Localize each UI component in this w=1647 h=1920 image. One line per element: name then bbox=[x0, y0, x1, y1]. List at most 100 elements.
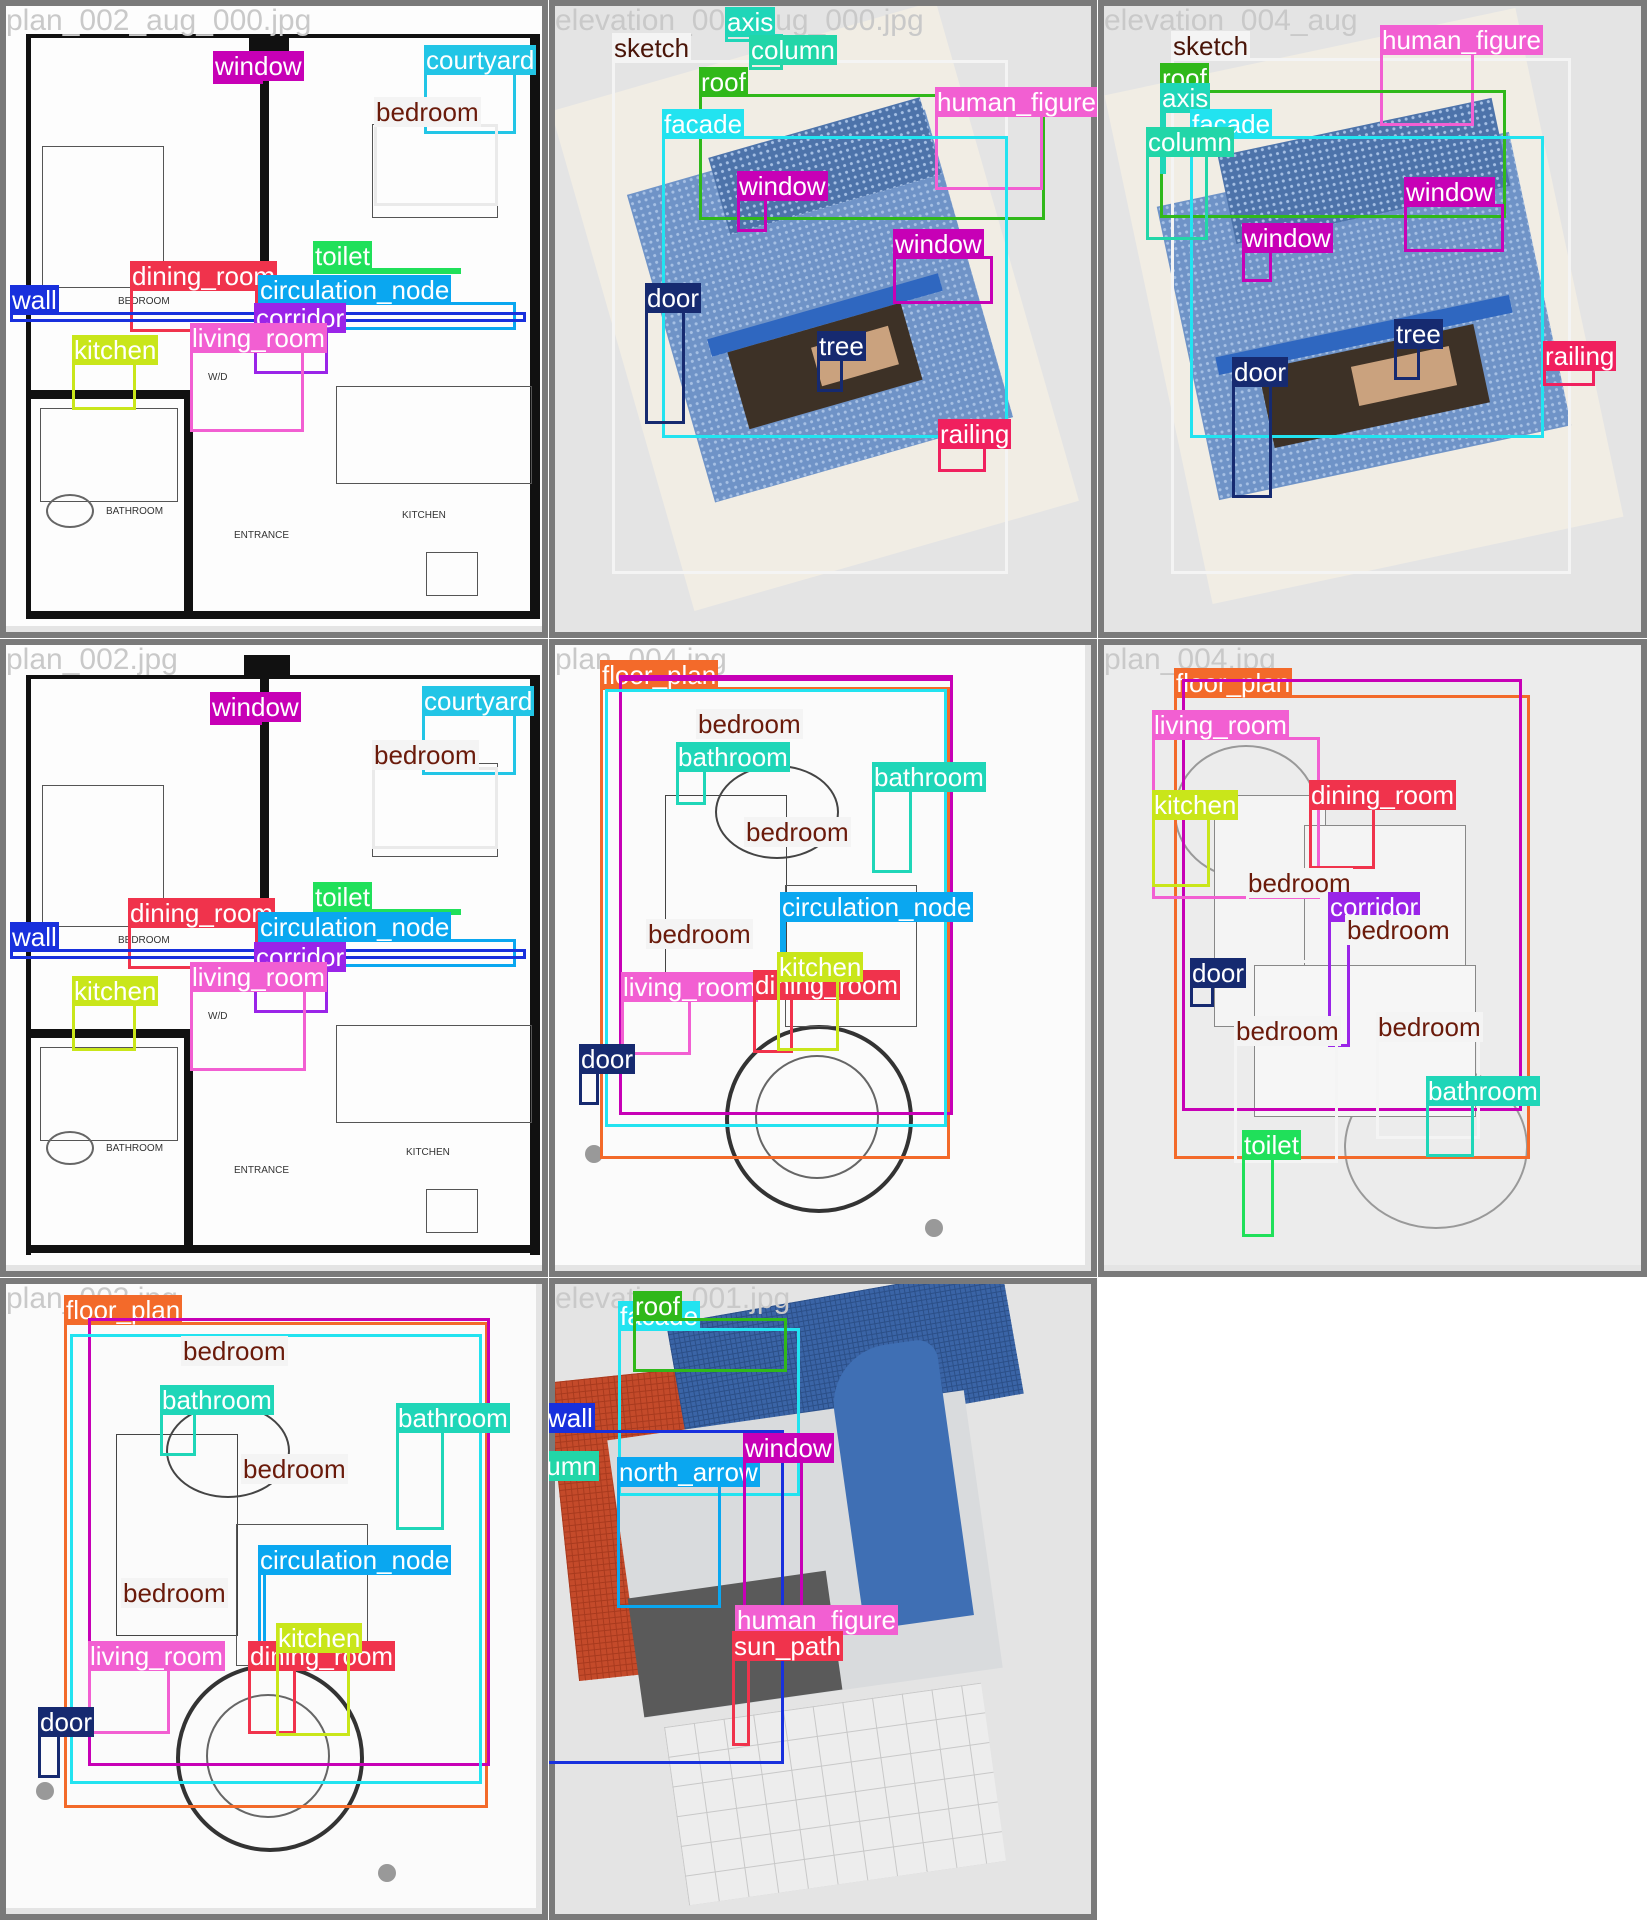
bbox-bedroom: bedroom bbox=[1345, 915, 1452, 951]
bbox-window: window bbox=[213, 51, 304, 84]
bbox-kitchen: kitchen bbox=[72, 335, 159, 410]
bbox-label: window bbox=[210, 692, 301, 722]
bbox-label: north_arrow bbox=[617, 1457, 760, 1487]
bbox-label: bedroom bbox=[1345, 915, 1452, 945]
room-label-bathroom: BATHROOM bbox=[106, 506, 164, 517]
bbox-door: door bbox=[1232, 357, 1289, 498]
bbox-label: roof bbox=[699, 67, 748, 97]
wall-outline bbox=[244, 655, 290, 679]
bbox-bedroom: bedroom bbox=[241, 1454, 348, 1490]
bbox-label: bedroom bbox=[1234, 1016, 1341, 1046]
bbox-label: sketch bbox=[612, 33, 692, 63]
bbox-north-arrow: north_arrow bbox=[617, 1457, 760, 1608]
bbox-bathroom: bathroom bbox=[396, 1403, 510, 1530]
bbox-tree: tree bbox=[1394, 319, 1443, 380]
bbox-label: living_room bbox=[190, 323, 327, 353]
room-label-kitchen: KITCHEN bbox=[402, 510, 446, 521]
bbox-tree: tree bbox=[817, 331, 866, 392]
bbox-label: axis bbox=[725, 7, 776, 37]
bbox-roof: roof bbox=[633, 1291, 787, 1372]
bbox-column: column bbox=[749, 35, 837, 70]
bbox-window: window bbox=[893, 229, 993, 304]
room-label-bathroom: BATHROOM bbox=[106, 1143, 164, 1154]
bbox-label: toilet bbox=[313, 241, 372, 271]
bbox-label: toilet bbox=[1242, 1130, 1301, 1160]
bbox-label: bathroom bbox=[396, 1403, 510, 1433]
bbox-label: kitchen bbox=[777, 952, 864, 982]
bbox-door: door bbox=[579, 1044, 636, 1105]
bbox-label: circulation_node bbox=[258, 1545, 452, 1575]
bbox-label: bedroom bbox=[646, 919, 753, 949]
bbox-label: bathroom bbox=[676, 742, 790, 772]
bbox-label: circulation_node bbox=[258, 912, 452, 942]
bbox-label: kitchen bbox=[72, 976, 159, 1006]
bbox-window: window bbox=[737, 171, 828, 232]
bbox-window: window bbox=[1242, 223, 1333, 282]
shower-fixture bbox=[40, 1047, 178, 1141]
bbox-label: column bbox=[1146, 127, 1234, 157]
bbox-label: circulation_node bbox=[258, 275, 452, 305]
bbox-label: living_room bbox=[1152, 710, 1289, 740]
bbox-label: sun_path bbox=[732, 1631, 843, 1661]
bbox-bedroom: bedroom bbox=[374, 97, 498, 206]
bbox-label: dining_room bbox=[128, 898, 276, 928]
tile-plan-002-aug-000: BEDROOM W/D BATHROOM ENTRANCE KITCHEN pl… bbox=[0, 0, 548, 638]
bbox-dining-room: dining_room bbox=[1309, 780, 1457, 869]
bbox-label: circulation_node bbox=[780, 892, 974, 922]
bbox-bedroom: bedroom bbox=[181, 1336, 288, 1372]
bbox-label: window bbox=[213, 51, 304, 81]
bbox-label: door bbox=[1232, 357, 1289, 387]
bbox-door: door bbox=[38, 1707, 95, 1778]
bbox-label: door bbox=[1190, 958, 1247, 988]
bbox-living-room: living_room bbox=[190, 323, 327, 432]
wall-outline bbox=[26, 34, 31, 619]
bbox-label: courtyard bbox=[424, 45, 537, 75]
bbox-label: living_room bbox=[621, 972, 758, 1002]
bbox-label: living_room bbox=[88, 1641, 225, 1671]
wall-outline bbox=[26, 1245, 540, 1253]
bbox-label: bedroom bbox=[1376, 1012, 1483, 1042]
bbox-label: bedroom bbox=[372, 740, 479, 770]
bbox-bedroom: bedroom bbox=[372, 740, 498, 849]
bbox-label: bedroom bbox=[696, 709, 803, 739]
bbox-kitchen: kitchen bbox=[777, 952, 864, 1051]
image-filename: plan_002.jpg bbox=[6, 643, 178, 676]
bbox-label: bedroom bbox=[374, 97, 481, 127]
bbox-label: living_room bbox=[190, 962, 327, 992]
island-fixture bbox=[336, 1025, 532, 1123]
bbox-label: human_figure bbox=[1380, 25, 1543, 55]
bbox-label: bathroom bbox=[1426, 1076, 1540, 1106]
user-marker bbox=[925, 1219, 943, 1237]
bbox-unlabeled bbox=[1168, 676, 1172, 680]
bbox-label: wall bbox=[549, 1403, 595, 1433]
bbox-window: window bbox=[743, 1433, 834, 1616]
bbox-bathroom: bathroom bbox=[160, 1385, 274, 1456]
bbox-bedroom: bedroom bbox=[646, 919, 753, 957]
bbox-label: window bbox=[1242, 223, 1333, 253]
bbox-label: window bbox=[1404, 177, 1495, 207]
image-filename: plan_002_aug_000.jpg bbox=[6, 4, 312, 37]
bbox-circulation-node: circulation_node bbox=[258, 1545, 452, 1648]
bbox-label: bedroom bbox=[744, 817, 851, 847]
bbox-label: door bbox=[579, 1044, 636, 1074]
bbox-label: roof bbox=[633, 1291, 682, 1321]
tile-plan-004-b: plan_004.jpg floor_plan living_room kitc… bbox=[1098, 639, 1647, 1277]
bbox-label: door bbox=[38, 1707, 95, 1737]
bbox-label: bathroom bbox=[872, 762, 986, 792]
bbox-label: window bbox=[893, 229, 984, 259]
bbox-label: tree bbox=[1394, 319, 1443, 349]
bbox-bathroom: bathroom bbox=[1426, 1076, 1540, 1157]
bbox-kitchen: kitchen bbox=[72, 976, 159, 1051]
stove-fixture bbox=[426, 552, 478, 596]
bbox-label: sketch bbox=[1171, 31, 1251, 61]
shower-fixture bbox=[40, 408, 178, 502]
wall-outline bbox=[530, 34, 540, 619]
wall-outline bbox=[530, 675, 540, 1255]
bbox-label: door bbox=[645, 283, 702, 313]
bbox-bathroom: bathroom bbox=[872, 762, 986, 873]
bbox-kitchen: kitchen bbox=[276, 1623, 363, 1736]
bbox-railing: railing bbox=[1543, 341, 1617, 386]
toilet-fixture bbox=[46, 1131, 94, 1165]
bbox-label: bedroom bbox=[181, 1336, 288, 1366]
tile-elevation-004-aug: elevation_004_aug sketch human_figure ro… bbox=[1098, 0, 1647, 638]
